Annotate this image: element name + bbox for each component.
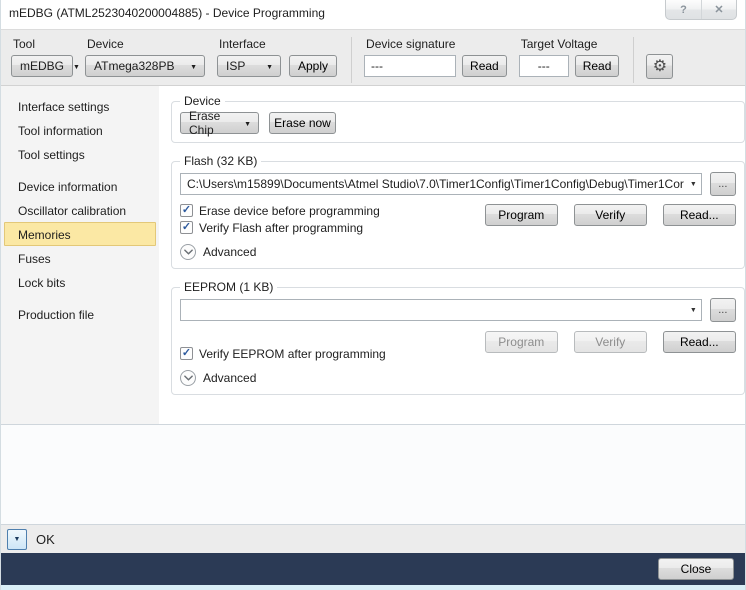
checkbox-checked-icon: ✓ (180, 347, 193, 360)
device-signature-label: Device signature (366, 37, 456, 51)
target-voltage-field[interactable] (518, 55, 569, 77)
chevron-down-icon: ▼ (190, 63, 197, 71)
flash-read-button[interactable]: Read... (662, 204, 736, 226)
tool-value: mEDBG (20, 59, 65, 73)
close-icon: ✕ (714, 4, 724, 16)
eeprom-groupbox-title: EEPROM (1 KB) (184, 280, 274, 294)
chevron-down-icon: ▼ (73, 63, 80, 71)
chevron-down-circle-icon (180, 244, 196, 260)
chevron-down-icon: ▼ (689, 180, 697, 188)
checkbox-checked-icon: ✓ (180, 221, 193, 234)
device-value: ATmega328PB (94, 59, 175, 73)
device-erase-groupbox: Device Erase Chip ▼ Erase now (171, 94, 745, 143)
target-voltage-group: Target Voltage Read (518, 35, 620, 77)
chevron-down-circle-icon (180, 370, 196, 386)
sidebar-item-production-file[interactable]: Production file (4, 302, 156, 326)
flash-advanced-expander[interactable]: Advanced (180, 244, 736, 260)
flash-groupbox-title: Flash (32 KB) (184, 154, 258, 168)
device-signature-group: Device signature Read (364, 35, 507, 77)
sidebar-item-device-information[interactable]: Device information (4, 174, 156, 198)
interface-value: ISP (226, 59, 246, 73)
eeprom-file-combobox[interactable]: ▼ (180, 299, 702, 321)
title-bar-buttons: ? ✕ (665, 0, 737, 20)
help-icon: ? (680, 3, 687, 16)
interface-select[interactable]: ISP ▼ (217, 55, 281, 77)
device-group: Device ATmega328PB ▼ (85, 35, 205, 77)
chevron-down-icon: ▼ (266, 63, 273, 71)
sidebar: Interface settings Tool information Tool s… (1, 86, 159, 424)
flash-verify-button[interactable]: Verify (573, 204, 647, 226)
chevron-down-icon: ▼ (689, 306, 697, 314)
read-signature-button[interactable]: Read (462, 55, 507, 77)
ellipsis-icon: ... (718, 304, 728, 316)
eeprom-advanced-expander[interactable]: Advanced (180, 370, 736, 386)
erase-now-button[interactable]: Erase now (269, 112, 336, 134)
toolbar: Tool mEDBG ▼ Device ATmega328PB ▼ Interf… (1, 29, 745, 86)
tool-select[interactable]: mEDBG ▼ (11, 55, 80, 77)
window-title: mEDBG (ATML2523040200004885) - Device Pr… (9, 6, 325, 20)
flash-browse-button[interactable]: ... (709, 172, 736, 196)
verify-flash-checkbox[interactable]: ✓ Verify Flash after programming (180, 219, 380, 236)
status-bar: ▼ OK (1, 525, 745, 553)
footer-bar: Close (1, 553, 745, 585)
erase-mode-value: Erase Chip (189, 109, 221, 137)
checkbox-checked-icon: ✓ (180, 204, 193, 217)
sidebar-item-fuses[interactable]: Fuses (4, 246, 156, 270)
sidebar-item-memories[interactable]: Memories (4, 222, 156, 246)
tool-group: Tool mEDBG ▼ (11, 35, 80, 77)
chevron-down-icon: ▼ (13, 535, 21, 543)
sidebar-item-tool-settings[interactable]: Tool settings (4, 142, 156, 166)
device-select[interactable]: ATmega328PB ▼ (85, 55, 205, 77)
verify-flash-label: Verify Flash after programming (199, 220, 364, 235)
flash-file-path: C:\Users\m15899\Documents\Atmel Studio\7… (187, 177, 684, 191)
close-window-button[interactable]: ✕ (701, 0, 736, 19)
toolbar-separator (633, 37, 635, 83)
read-voltage-button[interactable]: Read (574, 55, 620, 77)
erase-mode-select[interactable]: Erase Chip ▼ (180, 109, 259, 137)
tool-label: Tool (13, 37, 36, 51)
interface-group: Interface ISP ▼ Apply (217, 35, 338, 77)
eeprom-browse-button[interactable]: ... (709, 298, 736, 322)
content-area: Interface settings Tool information Tool s… (1, 86, 745, 424)
status-message: OK (36, 531, 55, 547)
flash-program-button[interactable]: Program (484, 204, 558, 226)
verify-eeprom-checkbox[interactable]: ✓ Verify EEPROM after programming (180, 345, 386, 362)
eeprom-program-button[interactable]: Program (484, 331, 558, 353)
help-button[interactable]: ? (666, 0, 701, 19)
device-signature-field[interactable] (364, 55, 457, 77)
status-dropdown-button[interactable]: ▼ (7, 528, 27, 550)
interface-label: Interface (219, 37, 266, 51)
erase-before-programming-label: Erase device before programming (199, 203, 380, 218)
toolbar-separator (351, 37, 353, 83)
settings-button[interactable]: ⚙ (646, 54, 674, 79)
gear-icon: ⚙ (652, 57, 668, 75)
output-log-panel (1, 424, 745, 525)
eeprom-read-button[interactable]: Read... (662, 331, 736, 353)
eeprom-verify-button[interactable]: Verify (573, 331, 647, 353)
ellipsis-icon: ... (718, 178, 728, 190)
apply-button[interactable]: Apply (289, 55, 338, 77)
erase-before-programming-checkbox[interactable]: ✓ Erase device before programming (180, 202, 380, 219)
sidebar-item-lock-bits[interactable]: Lock bits (4, 270, 156, 294)
flash-advanced-label: Advanced (203, 245, 257, 259)
device-programming-dialog: mEDBG (ATML2523040200004885) - Device Pr… (0, 0, 746, 590)
eeprom-advanced-label: Advanced (203, 371, 257, 385)
chevron-down-icon: ▼ (244, 120, 251, 128)
main-panel: Device Erase Chip ▼ Erase now Flash (32 … (159, 86, 745, 424)
sidebar-item-oscillator-calibration[interactable]: Oscillator calibration (4, 198, 156, 222)
sidebar-item-interface-settings[interactable]: Interface settings (4, 94, 156, 118)
sidebar-item-tool-information[interactable]: Tool information (4, 118, 156, 142)
title-bar: mEDBG (ATML2523040200004885) - Device Pr… (1, 0, 745, 29)
device-label: Device (87, 37, 124, 51)
close-button[interactable]: Close (658, 558, 734, 580)
verify-eeprom-label: Verify EEPROM after programming (199, 346, 386, 361)
flash-file-combobox[interactable]: C:\Users\m15899\Documents\Atmel Studio\7… (180, 173, 702, 195)
flash-groupbox: Flash (32 KB) C:\Users\m15899\Documents\… (171, 154, 745, 269)
window-bottom-edge (1, 585, 745, 590)
device-groupbox-title: Device (184, 94, 221, 108)
eeprom-groupbox: EEPROM (1 KB) ▼ ... ✓ Verify EEPROM afte (171, 280, 745, 395)
target-voltage-label: Target Voltage (520, 37, 598, 51)
